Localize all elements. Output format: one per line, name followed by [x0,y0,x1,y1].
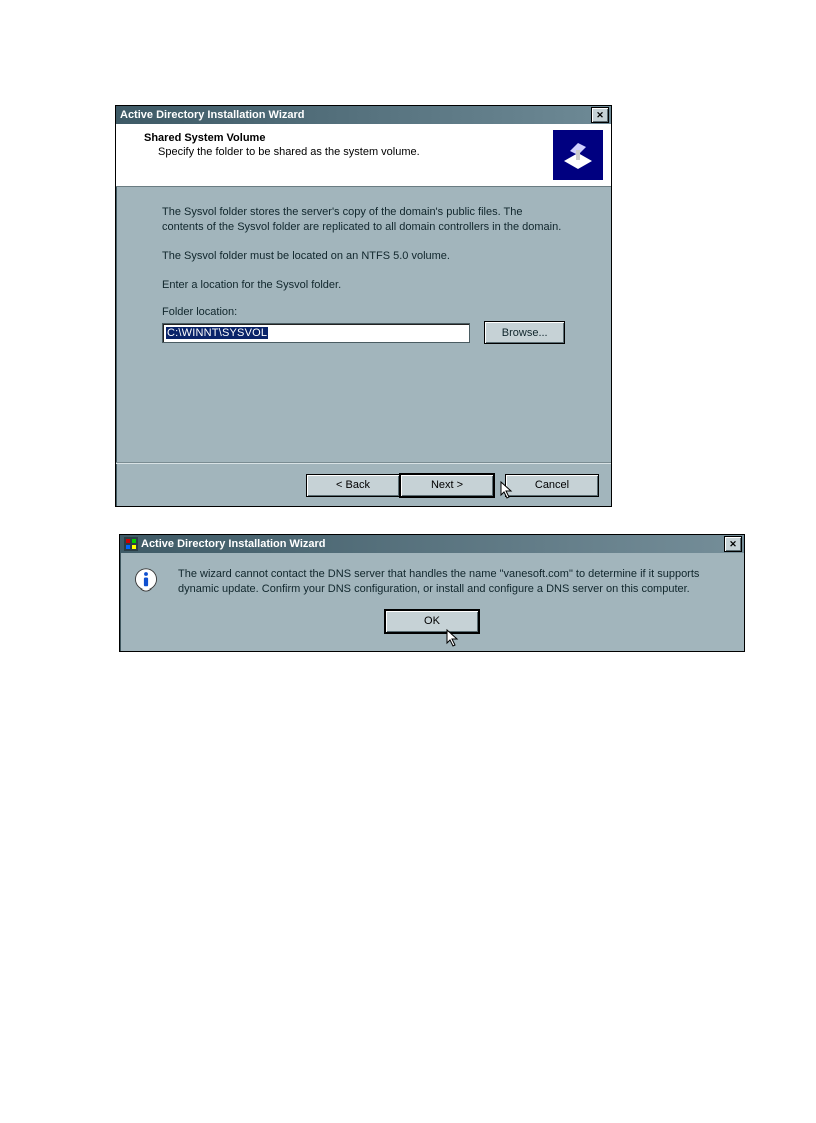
wizard-para3: Enter a location for the Sysvol folder. [162,278,565,293]
msgbox-app-icon [124,537,138,551]
close-icon: ✕ [729,539,737,550]
wizard-para2: The Sysvol folder must be located on an … [162,249,565,264]
wizard-header: Shared System Volume Specify the folder … [116,124,611,187]
wizard-header-text: Shared System Volume Specify the folder … [116,124,553,186]
wizard-window: Active Directory Installation Wizard ✕ S… [115,105,612,507]
msgbox-text: The wizard cannot contact the DNS server… [178,567,726,597]
msgbox-title-buttons: ✕ [724,536,742,552]
close-icon: ✕ [596,110,604,121]
folder-location-input[interactable]: C:\WINNT\SYSVOL [162,323,470,343]
next-button-label: Next > [431,479,463,491]
back-button[interactable]: < Back [306,474,400,497]
wizard-footer: < Back Next > Cancel [116,463,611,506]
folder-location-label: Folder location: [162,306,565,318]
wizard-para1: The Sysvol folder stores the server's co… [162,205,565,235]
close-button[interactable]: ✕ [591,107,609,123]
next-button[interactable]: Next > [399,473,495,498]
msgbox-titlebar: Active Directory Installation Wizard ✕ [120,535,744,553]
info-icon [132,567,160,595]
wizard-header-subtitle: Specify the folder to be shared as the s… [158,146,553,158]
cancel-button[interactable]: Cancel [505,474,599,497]
wizard-body: The Sysvol folder stores the server's co… [116,187,611,344]
wizard-header-icon [553,130,603,180]
browse-button[interactable]: Browse... [484,321,565,344]
msgbox-body: The wizard cannot contact the DNS server… [120,553,744,597]
wizard-title-buttons: ✕ [591,107,609,123]
wizard-header-title: Shared System Volume [144,132,553,144]
back-button-label: < Back [336,479,370,491]
wizard-titlebar: Active Directory Installation Wizard ✕ [116,106,611,124]
msgbox-footer: OK [120,597,744,634]
cancel-button-label: Cancel [535,479,569,491]
ok-button[interactable]: OK [384,609,480,634]
msgbox-title: Active Directory Installation Wizard [141,538,326,550]
browse-button-label: Browse... [502,327,548,339]
folder-location-row: C:\WINNT\SYSVOL Browse... [162,321,565,344]
folder-location-value: C:\WINNT\SYSVOL [166,327,268,339]
wizard-title: Active Directory Installation Wizard [120,109,305,121]
msgbox-window: Active Directory Installation Wizard ✕ T… [119,534,745,652]
msgbox-close-button[interactable]: ✕ [724,536,742,552]
ok-button-label: OK [424,615,440,627]
